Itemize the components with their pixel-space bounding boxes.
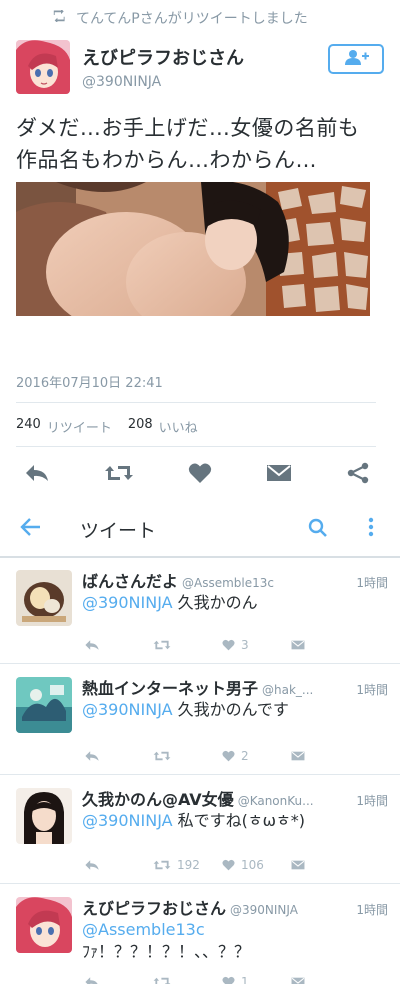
reply-actions: 3 — [84, 638, 360, 652]
envelope-icon[interactable] — [266, 463, 292, 483]
divider — [0, 774, 400, 775]
retweet-notice-text: てんてんPさんがリツイートしました — [76, 11, 308, 27]
reply-avatar[interactable] — [16, 570, 72, 626]
envelope-icon[interactable] — [291, 750, 360, 762]
retweet-icon[interactable] — [153, 976, 222, 984]
reply-avatar[interactable] — [16, 677, 72, 733]
heart-icon[interactable]: 106 — [222, 858, 291, 872]
reply-time: 1時間 — [356, 903, 388, 917]
envelope-icon[interactable] — [291, 976, 360, 984]
reply-item[interactable]: 久我かのん@AV女優 @KanonKu... 1時間 @390NINJA 私です… — [0, 778, 400, 884]
retweet-notice: てんてんPさんがリツイートしました — [52, 8, 400, 28]
divider — [16, 402, 376, 403]
reply-icon[interactable] — [84, 750, 153, 762]
reply-time: 1時間 — [356, 683, 388, 697]
author-avatar[interactable] — [16, 40, 70, 94]
divider — [16, 446, 376, 447]
reply-text: @390NINJA 久我かのん — [82, 593, 258, 612]
more-options-icon[interactable] — [368, 516, 374, 542]
reply-item[interactable]: えびピラフおじさん @390NINJA 1時間 @Assemble13c ﾌｧ！… — [0, 887, 400, 984]
reply-author-handle[interactable]: @KanonKu... — [238, 794, 351, 808]
like-count-label: いいね — [158, 421, 198, 436]
back-arrow-icon[interactable] — [20, 516, 42, 542]
reply-icon[interactable] — [24, 463, 50, 483]
reply-mention[interactable]: @390NINJA — [82, 811, 173, 830]
reply-text: @390NINJA 久我かのんです — [82, 700, 289, 719]
reply-mention[interactable]: @390NINJA — [82, 700, 173, 719]
envelope-icon[interactable] — [291, 639, 360, 651]
author-name[interactable]: えびピラフおじさん — [82, 44, 328, 70]
heart-icon[interactable] — [188, 462, 212, 484]
reply-item[interactable]: ばんさんだよ @Assemble13c 1時間 @390NINJA 久我かのん … — [0, 560, 400, 664]
heart-icon[interactable]: 3 — [222, 638, 291, 652]
reply-time: 1時間 — [356, 794, 388, 808]
divider — [0, 883, 400, 884]
retweet-icon[interactable] — [153, 750, 222, 762]
divider — [0, 663, 400, 664]
retweet-icon[interactable] — [104, 463, 134, 483]
tweet-text: ダメだ…お手上げだ…女優の名前も作品名もわからん…わからん… — [16, 116, 360, 172]
tweet-detail-screen: てんてんPさんがリツイートしました えびピラフおじさん @390NINJA ダメ… — [0, 0, 400, 984]
reply-like-count: 2 — [241, 749, 249, 763]
reply-author-handle[interactable]: @Assemble13c — [182, 576, 350, 590]
reply-like-count: 1 — [241, 975, 249, 984]
reply-author-name[interactable]: 熱血インターネット男子 — [82, 675, 258, 699]
page-title: ツイート — [80, 520, 157, 542]
reply-mention[interactable]: @Assemble13c — [82, 919, 388, 941]
reply-avatar[interactable] — [16, 897, 72, 953]
reply-actions: 2 — [84, 749, 360, 763]
reply-retweet-count: 192 — [177, 858, 200, 872]
follow-button[interactable] — [328, 44, 384, 74]
reply-author-handle[interactable]: @hak_... — [262, 683, 350, 697]
reply-text: @Assemble13c ﾌｧ！？？！？！、、？？ — [82, 919, 388, 963]
tweet-timestamp: 2016年07月10日 22:41 — [16, 376, 163, 391]
tweet-actions — [24, 458, 370, 488]
retweet-icon[interactable] — [153, 639, 222, 651]
like-count[interactable]: 208 — [128, 417, 153, 436]
retweet-icon[interactable]: 192 — [153, 858, 222, 872]
reply-like-count: 106 — [241, 858, 264, 872]
app-bar-divider — [0, 556, 400, 558]
tweet-media-image[interactable] — [16, 182, 370, 316]
reply-icon[interactable] — [84, 859, 153, 871]
reply-author-name[interactable]: ばんさんだよ — [82, 568, 178, 592]
reply-text: @390NINJA 私ですね(ㅎωㅎ*) — [82, 811, 305, 830]
app-bar: ツイート — [0, 508, 400, 548]
search-icon[interactable] — [308, 518, 328, 542]
reply-mention[interactable]: @390NINJA — [82, 593, 173, 612]
heart-icon[interactable]: 2 — [222, 749, 291, 763]
tweet-author: えびピラフおじさん @390NINJA — [16, 40, 384, 100]
retweet-count-label: リツイート — [46, 421, 112, 436]
envelope-icon[interactable] — [291, 859, 360, 871]
reply-icon[interactable] — [84, 639, 153, 651]
reply-actions: 1 — [84, 975, 360, 984]
reply-icon[interactable] — [84, 976, 153, 984]
retweet-count[interactable]: 240 — [16, 417, 41, 436]
reply-actions: 192 106 — [84, 858, 360, 872]
retweet-icon — [52, 8, 68, 26]
reply-author-name[interactable]: 久我かのん@AV女優 — [82, 786, 234, 810]
heart-icon[interactable]: 1 — [222, 975, 291, 984]
reply-time: 1時間 — [356, 576, 388, 590]
share-icon[interactable] — [346, 462, 370, 484]
reply-author-name[interactable]: えびピラフおじさん — [82, 895, 226, 919]
reply-like-count: 3 — [241, 638, 249, 652]
reply-avatar[interactable] — [16, 788, 72, 844]
reply-item[interactable]: 熱血インターネット男子 @hak_... 1時間 @390NINJA 久我かのん… — [0, 667, 400, 775]
reply-author-handle[interactable]: @390NINJA — [230, 903, 350, 917]
author-handle[interactable]: @390NINJA — [82, 74, 328, 90]
add-user-icon — [343, 49, 369, 69]
engagement-counts: 240 リツイート 208 いいね — [16, 417, 198, 436]
